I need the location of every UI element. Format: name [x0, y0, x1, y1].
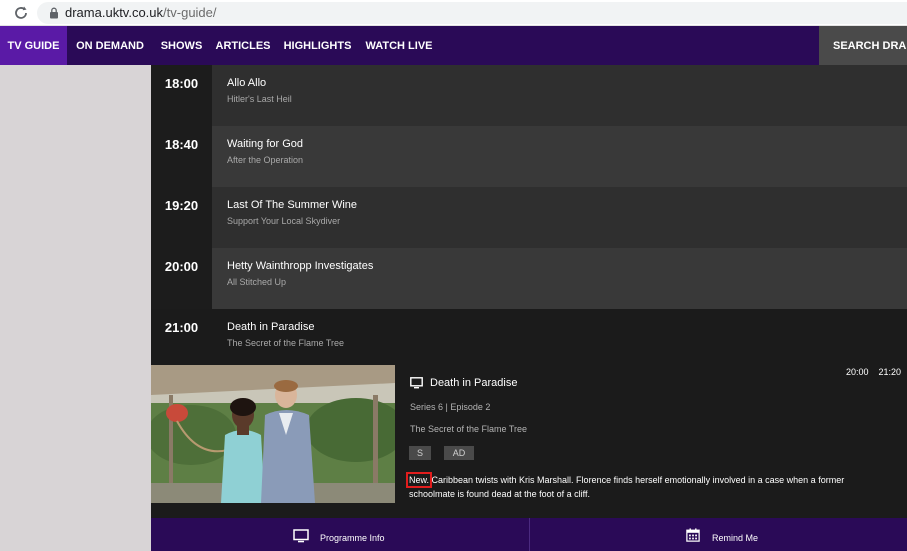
slot-title: Death in Paradise	[227, 321, 315, 333]
remind-me-button[interactable]: Remind Me	[530, 518, 907, 551]
nav-shows[interactable]: SHOWS	[153, 26, 210, 65]
nav-highlights[interactable]: HIGHLIGHTS	[276, 26, 359, 65]
slot-title: Hetty Wainthropp Investigates	[227, 260, 374, 272]
slot-title: Last Of The Summer Wine	[227, 199, 358, 211]
new-label: New.	[405, 472, 433, 488]
programme-detail-panel: Death in Paradise 20:00 21:20 Series 6 | …	[151, 365, 907, 518]
slot-time: 20:00	[151, 248, 212, 309]
calendar-icon	[686, 528, 700, 542]
programme-info-label: Programme Info	[320, 533, 385, 543]
detail-end-time: 21:20	[878, 367, 901, 377]
browser-address-bar: drama.uktv.co.uk/tv-guide/	[0, 0, 907, 26]
guide-slot[interactable]: 18:00 Allo Allo Hitler's Last Heil	[151, 65, 907, 126]
url-path: /tv-guide/	[163, 5, 217, 20]
programme-info-button[interactable]: Programme Info	[151, 518, 529, 551]
lock-icon	[50, 7, 58, 19]
audio-description-badge: AD	[444, 446, 474, 460]
description-text: Caribbean twists with Kris Marshall. Flo…	[409, 475, 845, 499]
remind-me-label: Remind Me	[712, 533, 759, 543]
nav-articles[interactable]: ARTICLES	[210, 26, 276, 65]
guide-slot[interactable]: 19:20 Last Of The Summer Wine Support Yo…	[151, 187, 907, 248]
detail-start-time: 20:00	[845, 367, 869, 377]
nav-on-demand[interactable]: ON DEMAND	[67, 26, 153, 65]
detail-series-episode: Series 6 | Episode 2	[410, 402, 491, 412]
slot-time: 19:20	[151, 187, 212, 248]
main-nav: TV GUIDE ON DEMAND SHOWS ARTICLES HIGHLI…	[0, 26, 907, 65]
slot-title: Waiting for God	[227, 138, 304, 150]
tv-icon	[293, 529, 309, 543]
slot-episode: After the Operation	[227, 155, 304, 165]
slot-episode: Hitler's Last Heil	[227, 94, 292, 104]
detail-description: New. Caribbean twists with Kris Marshall…	[405, 472, 889, 501]
url-text: drama.uktv.co.uk/tv-guide/	[65, 5, 217, 20]
detail-title: Death in Paradise	[430, 377, 518, 389]
url-host: drama.uktv.co.uk	[65, 5, 164, 20]
action-bar: Programme Info Remind Me	[151, 518, 907, 551]
slot-time: 18:00	[151, 65, 212, 126]
nav-watch-live[interactable]: WATCH LIVE	[359, 26, 439, 65]
slot-episode: All Stitched Up	[227, 277, 287, 287]
reload-icon[interactable]	[13, 5, 29, 21]
nav-tv-guide[interactable]: TV GUIDE	[0, 26, 67, 65]
subtitles-badge: S	[409, 446, 431, 460]
slot-time: 21:00	[151, 309, 212, 370]
detail-times: 20:00 21:20	[846, 367, 901, 377]
tv-guide-list: 18:00 Allo Allo Hitler's Last Heil 18:40…	[151, 65, 907, 370]
guide-slot[interactable]: 20:00 Hetty Wainthropp Investigates All …	[151, 248, 907, 309]
url-bar[interactable]: drama.uktv.co.uk/tv-guide/	[37, 2, 907, 24]
slot-title: Allo Allo	[227, 77, 267, 89]
guide-slot[interactable]: 18:40 Waiting for God After the Operatio…	[151, 126, 907, 187]
guide-slot-selected[interactable]: 21:00 Death in Paradise The Secret of th…	[151, 309, 907, 370]
slot-time: 18:40	[151, 126, 212, 187]
tv-icon	[410, 377, 423, 389]
detail-episode-title: The Secret of the Flame Tree	[410, 424, 528, 434]
slot-episode: The Secret of the Flame Tree	[227, 338, 345, 348]
programme-still-image	[151, 365, 395, 503]
search-drama-button[interactable]: SEARCH DRAMA	[819, 26, 907, 65]
slot-episode: Support Your Local Skydiver	[227, 216, 341, 226]
